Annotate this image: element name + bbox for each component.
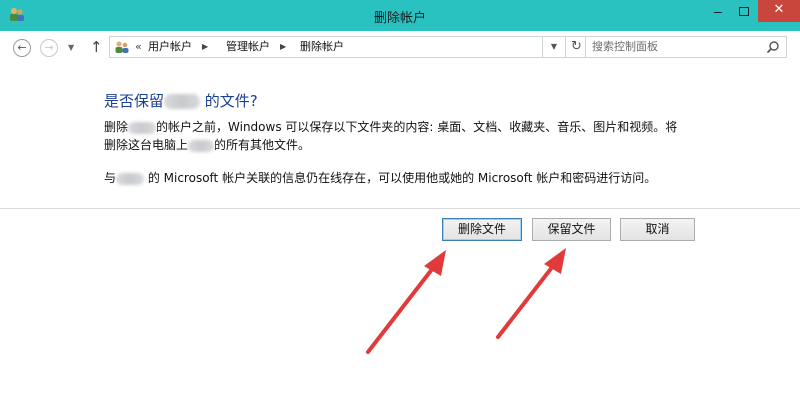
annotation-arrows [366,248,566,354]
annotation-arrow-keep [496,248,566,339]
annotation-arrow-delete [366,250,446,354]
